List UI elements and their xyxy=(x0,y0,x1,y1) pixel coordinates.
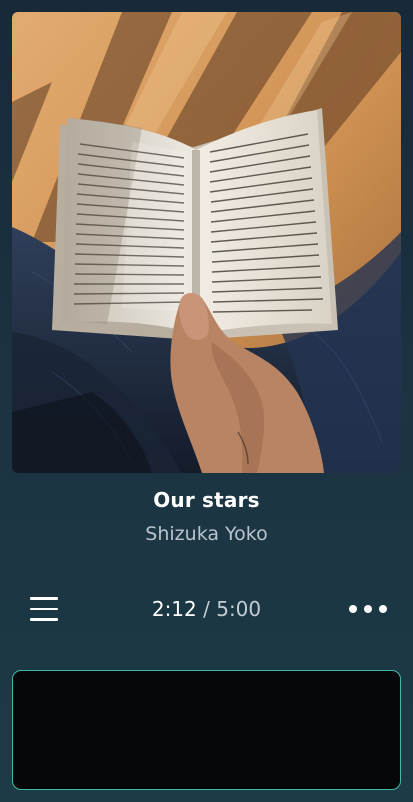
time-separator: / xyxy=(196,597,217,621)
more-options-button[interactable] xyxy=(344,588,392,630)
album-cover-art xyxy=(12,12,401,473)
album-cover xyxy=(12,12,401,473)
playback-controls: 2:12 / 5:00 xyxy=(0,588,413,630)
total-duration: 5:00 xyxy=(216,597,262,621)
bottom-panel[interactable] xyxy=(12,670,401,790)
elapsed-time: 2:12 xyxy=(151,597,197,621)
track-artist: Shizuka Yoko xyxy=(145,523,268,545)
track-title: Our stars xyxy=(153,488,260,512)
menu-button[interactable] xyxy=(24,588,64,630)
